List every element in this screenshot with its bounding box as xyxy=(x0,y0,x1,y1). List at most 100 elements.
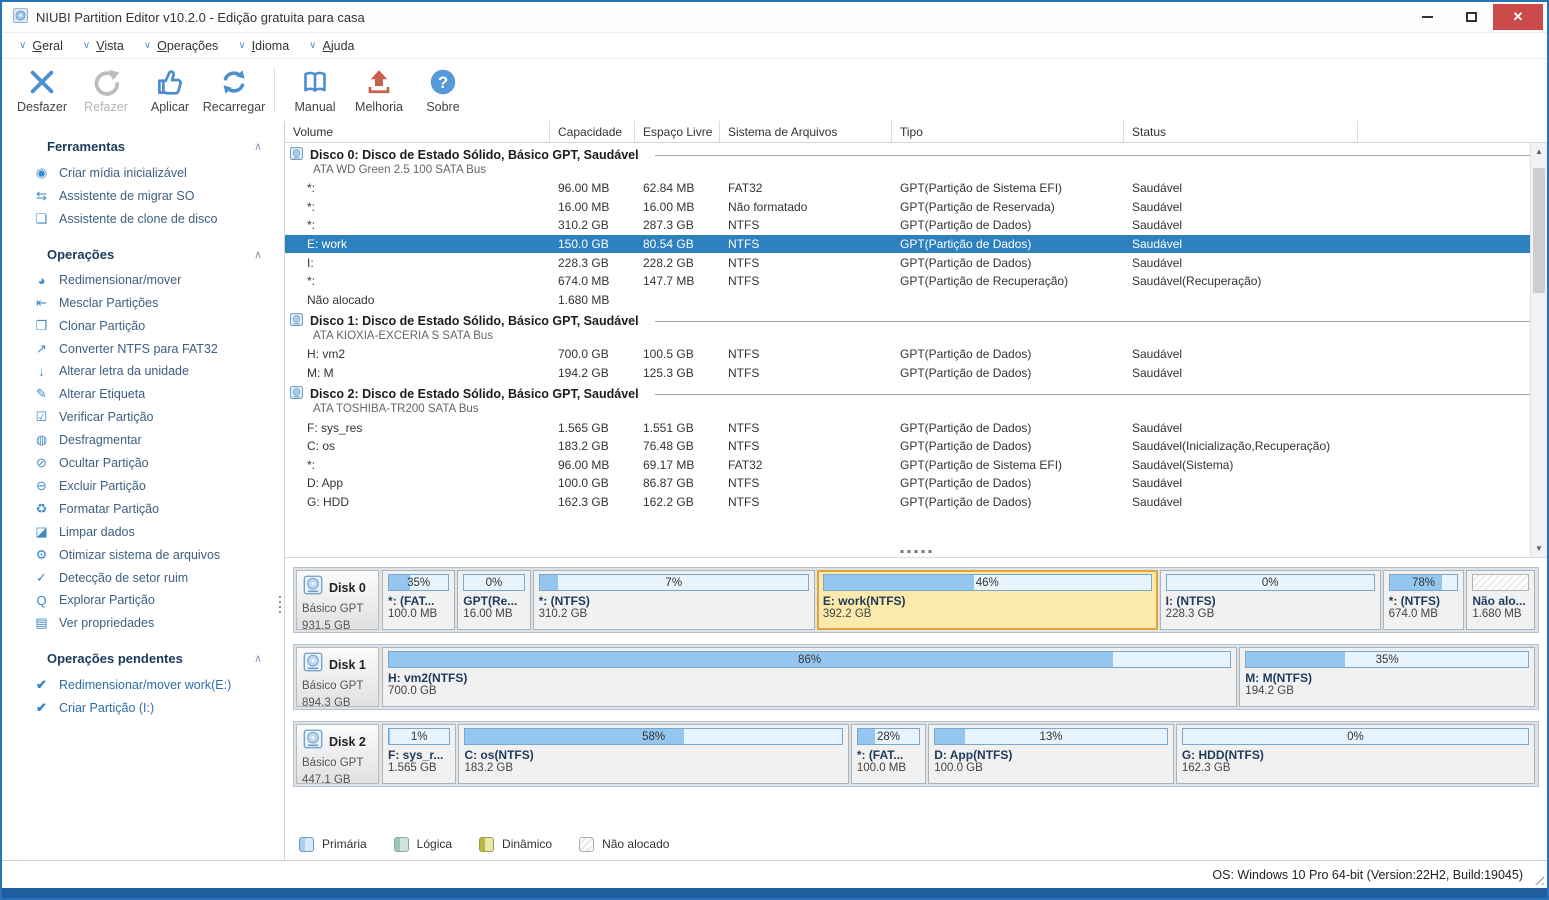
sidebar-item-explorar-particao[interactable]: QExplorar Partição xyxy=(2,589,284,611)
disk-map-header-disk-2[interactable]: Disk 2Básico GPT447.1 GB xyxy=(296,724,379,784)
filesystem-cell: NTFS xyxy=(720,366,892,380)
sidebar-item-converter-ntfs-para-fat32[interactable]: ↗Converter NTFS para FAT32 xyxy=(2,337,284,360)
partition-size: 310.2 GB xyxy=(539,608,809,620)
volume-row[interactable]: *:674.0 MB147.7 MBNTFSGPT(Partição de Re… xyxy=(285,272,1547,291)
volume-row[interactable]: C: os183.2 GB76.48 GBNTFSGPT(Partição de… xyxy=(285,437,1547,456)
partition-block-gpt-re[interactable]: 0%GPT(Re...16.00 MB xyxy=(457,570,530,630)
partition-block-fat[interactable]: 28%*: (FAT...100.0 MB xyxy=(851,724,926,784)
aplicar-button[interactable]: Aplicar xyxy=(138,62,202,118)
legend: PrimáriaLógicaDinâmicoNão alocado xyxy=(285,828,1547,860)
type-cell: GPT(Partição de Sistema EFI) xyxy=(892,181,1124,195)
volume-row[interactable]: M: M194.2 GB125.3 GBNTFSGPT(Partição de … xyxy=(285,364,1547,383)
partition-label: H: vm2(NTFS) xyxy=(388,671,1231,685)
scrollbar-track[interactable] xyxy=(1531,160,1547,540)
column-header-tipo[interactable]: Tipo xyxy=(892,121,1124,142)
section-header-operacoes-pendentes[interactable]: Operações pendentes∧ xyxy=(2,647,284,673)
column-header-espaco-livre[interactable]: Espaço Livre xyxy=(635,121,720,142)
disk-group-header[interactable]: Disco 0: Disco de Estado Sólido, Básico … xyxy=(285,143,1547,179)
volume-row[interactable]: *:96.00 MB69.17 MBFAT32GPT(Partição de S… xyxy=(285,456,1547,475)
partition-block-h-vm2-ntfs[interactable]: 86%H: vm2(NTFS)700.0 GB xyxy=(382,647,1237,707)
volume-row[interactable]: G: HDD162.3 GB162.2 GBNTFSGPT(Partição d… xyxy=(285,493,1547,512)
vertical-scrollbar[interactable]: ▲ ▼ xyxy=(1530,143,1547,557)
section-header-operacoes[interactable]: Operações∧ xyxy=(2,243,284,269)
partition-block-ntfs[interactable]: 7%*: (NTFS)310.2 GB xyxy=(533,570,815,630)
menu-item-operacoes[interactable]: ∨Operações xyxy=(135,36,228,56)
partition-block-m-m-ntfs[interactable]: 35%M: M(NTFS)194.2 GB xyxy=(1239,647,1535,707)
app-icon xyxy=(12,7,29,27)
volume-row[interactable]: *:96.00 MB62.84 MBFAT32GPT(Partição de S… xyxy=(285,179,1547,198)
volume-row[interactable]: I:228.3 GB228.2 GBNTFSGPT(Partição de Da… xyxy=(285,253,1547,272)
sidebar-item-deteccao-de-setor-ruim[interactable]: ✓Detecção de setor ruim xyxy=(2,566,284,589)
partition-block-i-ntfs[interactable]: 0%I: (NTFS)228.3 GB xyxy=(1160,570,1381,630)
minimize-button[interactable] xyxy=(1405,4,1449,30)
volume-row[interactable]: D: App100.0 GB86.87 GBNTFSGPT(Partição d… xyxy=(285,474,1547,493)
disk-map-header-disk-0[interactable]: Disk 0Básico GPT931.5 GB xyxy=(296,570,379,630)
sidebar-item-excluir-particao[interactable]: ⊖Excluir Partição xyxy=(2,474,284,497)
partition-block-ntfs[interactable]: 78%*: (NTFS)674.0 MB xyxy=(1383,570,1465,630)
recarregar-button[interactable]: Recarregar xyxy=(202,62,266,118)
sidebar-item-mesclar-particoes[interactable]: ⇤Mesclar Partições xyxy=(2,291,284,314)
volume-row[interactable]: *:310.2 GB287.3 GBNTFSGPT(Partição de Da… xyxy=(285,216,1547,235)
column-header-volume[interactable]: Volume xyxy=(285,121,550,142)
volume-row[interactable]: H: vm2700.0 GB100.5 GBNTFSGPT(Partição d… xyxy=(285,345,1547,364)
volume-row[interactable]: *:16.00 MB16.00 MBNão formatadoGPT(Parti… xyxy=(285,198,1547,217)
sidebar-item-assistente-de-clone-de-disco[interactable]: ❏Assistente de clone de disco xyxy=(2,207,284,230)
partition-block-d-app-ntfs[interactable]: 13%D: App(NTFS)100.0 GB xyxy=(928,724,1174,784)
partition-block-g-hdd-ntfs[interactable]: 0%G: HDD(NTFS)162.3 GB xyxy=(1176,724,1535,784)
disk-group-header[interactable]: Disco 1: Disco de Estado Sólido, Básico … xyxy=(285,309,1547,345)
table-splitter-dots[interactable] xyxy=(901,550,932,553)
partition-label: *: (FAT... xyxy=(388,594,449,608)
partition-block-fat[interactable]: 35%*: (FAT...100.0 MB xyxy=(382,570,455,630)
disk-group-header[interactable]: Disco 2: Disco de Estado Sólido, Básico … xyxy=(285,382,1547,418)
type-cell: GPT(Partição de Dados) xyxy=(892,218,1124,232)
scroll-down-arrow-icon[interactable]: ▼ xyxy=(1531,540,1547,557)
column-header-capacidade[interactable]: Capacidade xyxy=(550,121,635,142)
sidebar-item-verificar-particao[interactable]: ☑Verificar Partição xyxy=(2,405,284,428)
sidebar-splitter-handle[interactable] xyxy=(279,596,281,613)
volume-row[interactable]: F: sys_res1.565 GB1.551 GBNTFSGPT(Partiç… xyxy=(285,418,1547,437)
sidebar-item-alterar-etiqueta[interactable]: ✎Alterar Etiqueta xyxy=(2,382,284,405)
sidebar-item-alterar-letra-da-unidade[interactable]: ↓Alterar letra da unidade xyxy=(2,360,284,382)
volume-row[interactable]: E: work150.0 GB80.54 GBNTFSGPT(Partição … xyxy=(285,235,1547,254)
manual-button[interactable]: Manual xyxy=(283,62,347,118)
sidebar-item-label: Converter NTFS para FAT32 xyxy=(59,342,218,356)
sidebar-item-criar-midia-inicializavel[interactable]: ◉Criar mídia inicializável xyxy=(2,161,284,184)
sidebar-item-limpar-dados[interactable]: ◪Limpar dados xyxy=(2,520,284,543)
melhoria-button[interactable]: Melhoria xyxy=(347,62,411,118)
close-button[interactable]: ✕ xyxy=(1493,4,1543,30)
sidebar-item-desfragmentar[interactable]: ◍Desfragmentar xyxy=(2,428,284,451)
sidebar-item-criar-particao-i[interactable]: ✔Criar Partição (I:) xyxy=(2,696,284,719)
disk-size: 447.1 GB xyxy=(302,772,373,789)
desfazer-button[interactable]: Desfazer xyxy=(10,62,74,118)
pending-check-icon: ✔ xyxy=(33,700,50,716)
sidebar-item-assistente-de-migrar-so[interactable]: ⇆Assistente de migrar SO xyxy=(2,184,284,207)
sidebar-item-ocultar-particao[interactable]: ⊘Ocultar Partição xyxy=(2,451,284,474)
partition-block-e-work-ntfs[interactable]: 46%E: work(NTFS)392.2 GB xyxy=(817,570,1158,630)
section-header-ferramentas[interactable]: Ferramentas∧ xyxy=(2,135,284,161)
maximize-button[interactable] xyxy=(1449,4,1493,30)
menu-item-geral[interactable]: ∨Geral xyxy=(10,36,72,56)
sidebar-item-ver-propriedades[interactable]: ▤Ver propriedades xyxy=(2,611,284,634)
sobre-button[interactable]: ?Sobre xyxy=(411,62,475,118)
menu-item-vista[interactable]: ∨Vista xyxy=(74,36,133,56)
menu-item-idioma[interactable]: ∨Idioma xyxy=(229,36,298,56)
resize-grip[interactable] xyxy=(1531,872,1544,885)
filesystem-cell: Não formatado xyxy=(720,200,892,214)
partition-block-f-sys-r[interactable]: 1%F: sys_r...1.565 GB xyxy=(382,724,456,784)
sidebar-item-otimizar-sistema-de-arquivos[interactable]: ⚙Otimizar sistema de arquivos xyxy=(2,543,284,566)
scroll-up-arrow-icon[interactable]: ▲ xyxy=(1531,143,1547,160)
partition-block-nao-alo[interactable]: Não alo...1.680 MB xyxy=(1466,570,1535,630)
sidebar-item-redimensionar-mover-work-e[interactable]: ✔Redimensionar/mover work(E:) xyxy=(2,673,284,696)
disk-map-header-disk-1[interactable]: Disk 1Básico GPT894.3 GB xyxy=(296,647,379,707)
sidebar-item-formatar-particao[interactable]: ♻Formatar Partição xyxy=(2,497,284,520)
sidebar-item-clonar-particao[interactable]: ❐Clonar Partição xyxy=(2,314,284,337)
menu-item-ajuda[interactable]: ∨Ajuda xyxy=(300,36,363,56)
column-header-status[interactable]: Status xyxy=(1124,121,1358,142)
chevron-up-icon: ∧ xyxy=(254,140,262,153)
volume-row[interactable]: Não alocado1.680 MB xyxy=(285,291,1547,310)
scrollbar-thumb[interactable] xyxy=(1533,168,1545,293)
sidebar-item-redimensionar-mover[interactable]: ◕Redimensionar/mover xyxy=(2,269,284,291)
partition-block-c-os-ntfs[interactable]: 58%C: os(NTFS)183.2 GB xyxy=(458,724,848,784)
column-header-sistema-de-arquivos[interactable]: Sistema de Arquivos xyxy=(720,121,892,142)
status-cell: Saudável xyxy=(1124,421,1358,435)
